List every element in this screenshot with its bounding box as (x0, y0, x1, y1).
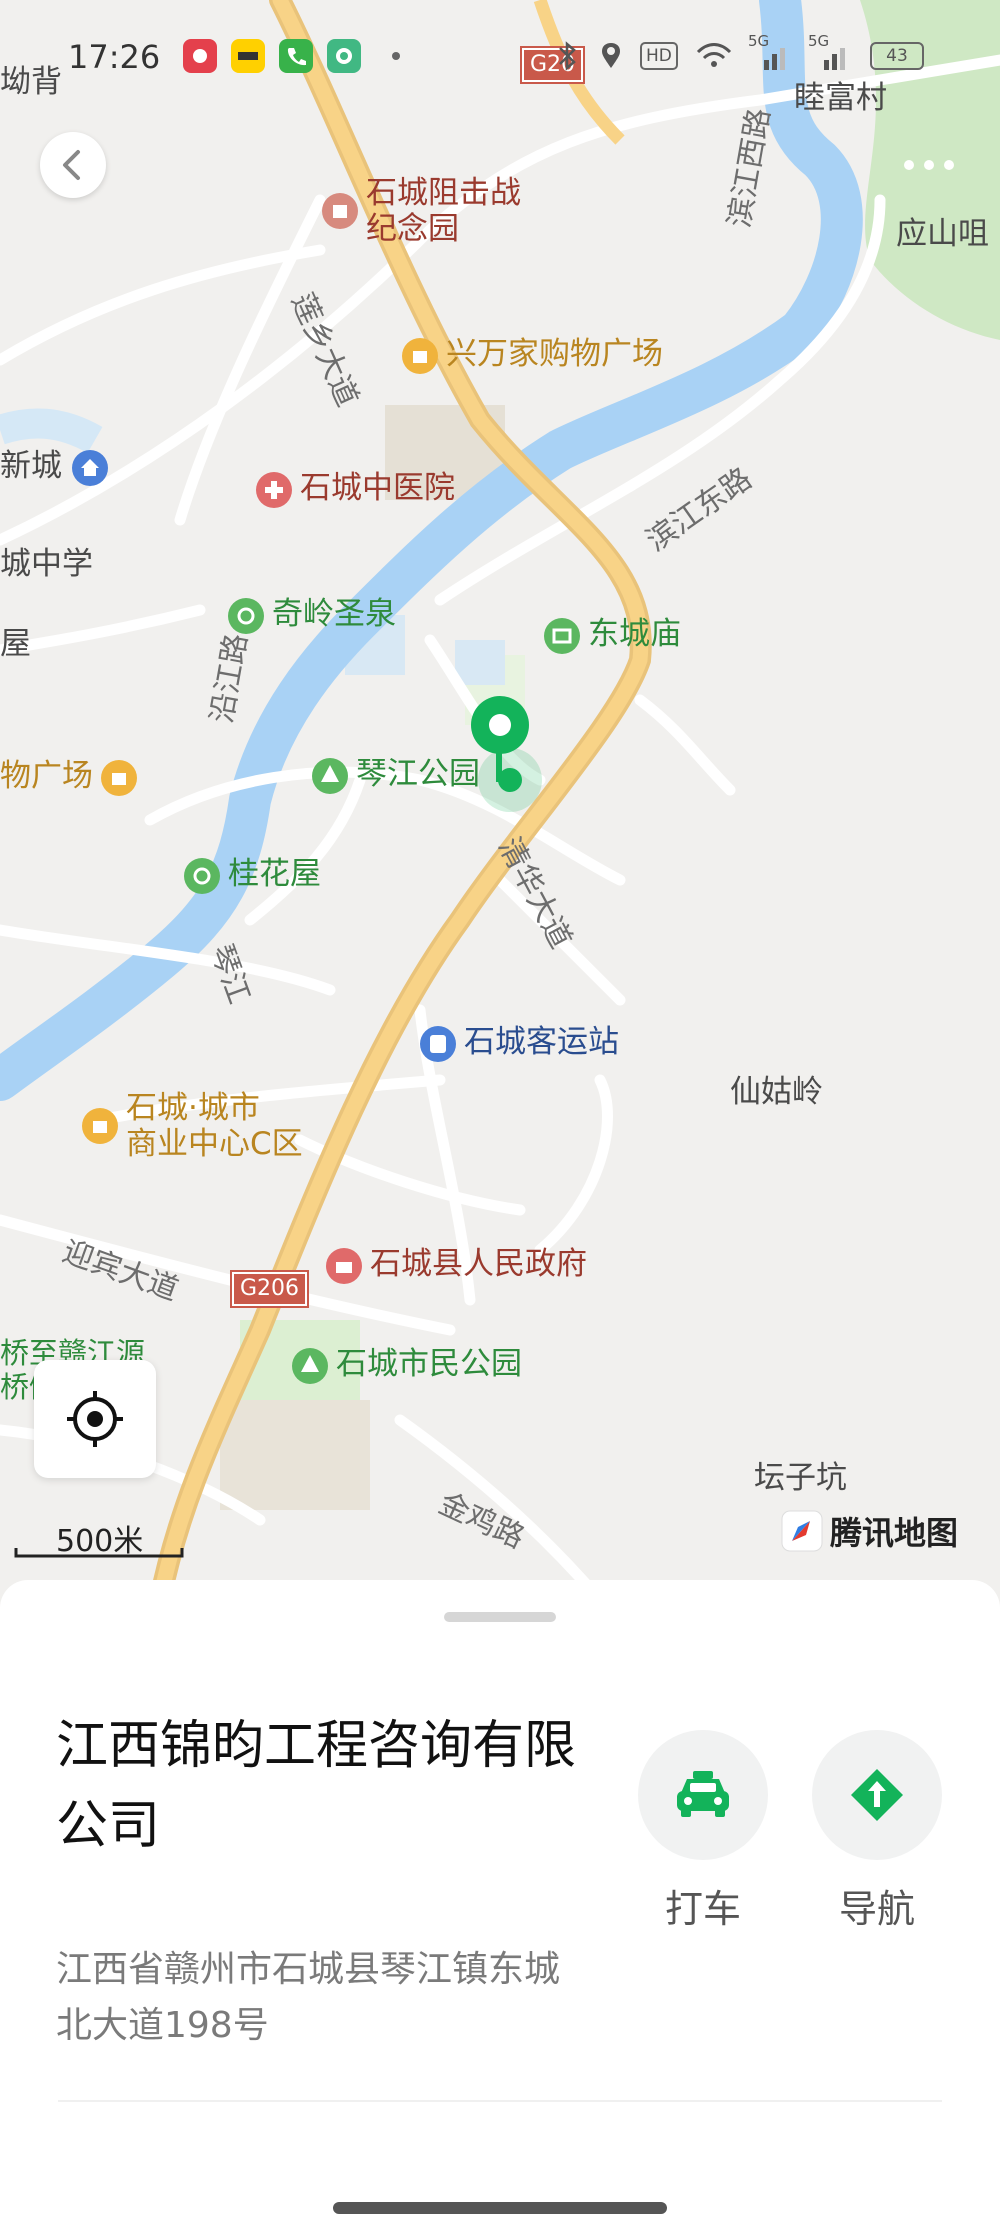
tencent-map-logo-icon (781, 1510, 823, 1552)
signal-strength-2-icon (824, 48, 845, 70)
poi-label-line-1: 石城·城市 (126, 1090, 260, 1126)
poi-plaza-left[interactable]: 物广场 (0, 758, 145, 796)
place-detail-sheet: 江西锦昀工程咨询有限公司 江西省赣州市石城县琴江镇东城北大道198号 打车 导航 (0, 1580, 1000, 2233)
scenic-camera-icon (184, 857, 220, 894)
poi-shicheng-battle-memorial[interactable]: 石城阻击战 纪念园 (322, 175, 521, 247)
tencent-map-brand: 腾讯地图 (780, 1508, 958, 1554)
poi-tcm-hospital[interactable]: 石城中医院 (256, 470, 455, 508)
poi-new-city[interactable]: 新城 (0, 448, 116, 486)
divider (58, 2100, 942, 2102)
taxi-icon-circle (638, 1730, 768, 1860)
poi-label: 石城县人民政府 (370, 1246, 587, 1282)
poi-label-line-2: 商业中心C区 (126, 1126, 303, 1162)
more-dots-icon (904, 160, 954, 170)
temple-icon (544, 617, 580, 654)
poi-county-government[interactable]: 石城县人民政府 (326, 1246, 587, 1284)
poi-label: 桂花屋 (228, 856, 321, 892)
poi-citizen-park[interactable]: 石城市民公园 (292, 1346, 522, 1384)
poi-qinjiang-park[interactable]: 琴江公园 (312, 756, 480, 794)
poi-guihua-house[interactable]: 桂花屋 (184, 856, 321, 894)
place-tanzi-keng: 坛子坑 (754, 1460, 847, 1496)
shopping-icon (402, 337, 438, 374)
phone-call-icon (279, 39, 313, 73)
poi-label: 兴万家购物广场 (446, 336, 663, 372)
more-notifications-dot-icon (392, 52, 400, 60)
poi-label: 石城市民公园 (336, 1346, 522, 1382)
hospital-icon (256, 471, 292, 508)
place-edge-left: 屋 (0, 626, 31, 662)
taxi-label: 打车 (664, 1887, 741, 1931)
meituan-app-icon (231, 39, 265, 73)
music-app-icon (183, 39, 217, 73)
shopping-icon (82, 1108, 118, 1144)
more-options-button[interactable] (895, 145, 965, 185)
poi-middle-school: 城中学 (0, 546, 93, 582)
shopping-icon (101, 759, 137, 796)
status-time: 17:26 (68, 38, 161, 76)
navigate-icon-circle (812, 1730, 942, 1860)
location-icon (602, 43, 620, 68)
highway-shield-g206: G206 (232, 1272, 308, 1306)
navigate-button[interactable]: 导航 (812, 1730, 942, 1933)
back-button[interactable] (40, 132, 106, 198)
residential-icon (72, 449, 108, 486)
taxi-icon (677, 1771, 729, 1817)
bluetooth-icon (559, 41, 576, 71)
park-tree-icon (312, 757, 348, 794)
locate-me-button[interactable] (34, 1360, 156, 1478)
poi-label: 琴江公园 (356, 756, 480, 792)
memorial-icon (322, 193, 358, 229)
home-indicator[interactable] (333, 2202, 667, 2214)
chevron-left-icon (63, 150, 80, 180)
screen: 石城阻击战 纪念园 兴万家购物广场 石城中医院 奇岭圣泉 东城庙 琴江公园 桂花… (0, 0, 1000, 2233)
sheet-drag-handle[interactable] (444, 1612, 556, 1622)
taxi-button[interactable]: 打车 (638, 1730, 768, 1933)
park-tree-icon (292, 1347, 328, 1384)
poi-bus-station[interactable]: 石城客运站 (420, 1024, 619, 1062)
navigation-diamond-icon (851, 1769, 903, 1821)
map-app-icon (327, 39, 361, 73)
place-address: 江西省赣州市石城县琴江镇东城北大道198号 (56, 1949, 561, 2046)
map-scale-bar: 500米 (14, 1512, 184, 1562)
place-xiangu-ridge: 仙姑岭 (730, 1074, 823, 1110)
poi-label: 东城庙 (588, 616, 681, 652)
poi-label: 物广场 (0, 758, 93, 794)
poi-label: 石城客运站 (464, 1024, 619, 1060)
place-name: 江西锦昀工程咨询有限公司 (56, 1716, 577, 1856)
crosshair-location-icon (67, 1391, 123, 1447)
wifi-icon (696, 43, 732, 67)
battery-icon: 43 (870, 42, 924, 70)
poi-label: 奇岭圣泉 (272, 596, 396, 632)
government-icon (326, 1247, 362, 1284)
hd-voice-icon: HD (640, 42, 678, 70)
scale-line (14, 1548, 184, 1558)
poi-label-line-2: 纪念园 (366, 211, 459, 247)
poi-commerce-center[interactable]: 石城·城市 商业中心C区 (82, 1090, 303, 1162)
place-yingshan: 应山咀 (896, 216, 989, 252)
poi-label-line-1: 石城阻击战 (366, 175, 521, 211)
scenic-camera-icon (228, 597, 264, 634)
bus-icon (420, 1025, 456, 1062)
poi-qiling-spring[interactable]: 奇岭圣泉 (228, 596, 396, 634)
poi-xingwan-mall[interactable]: 兴万家购物广场 (402, 336, 663, 374)
poi-dongcheng-temple[interactable]: 东城庙 (544, 616, 681, 654)
navigate-label: 导航 (838, 1887, 915, 1931)
poi-label: 石城中医院 (300, 470, 455, 506)
brand-label: 腾讯地图 (830, 1514, 959, 1552)
signal-strength-1-icon (764, 48, 785, 70)
poi-label: 新城 (0, 448, 62, 484)
status-bar: 17:26 HD 5G 5G 43 (0, 0, 1000, 110)
